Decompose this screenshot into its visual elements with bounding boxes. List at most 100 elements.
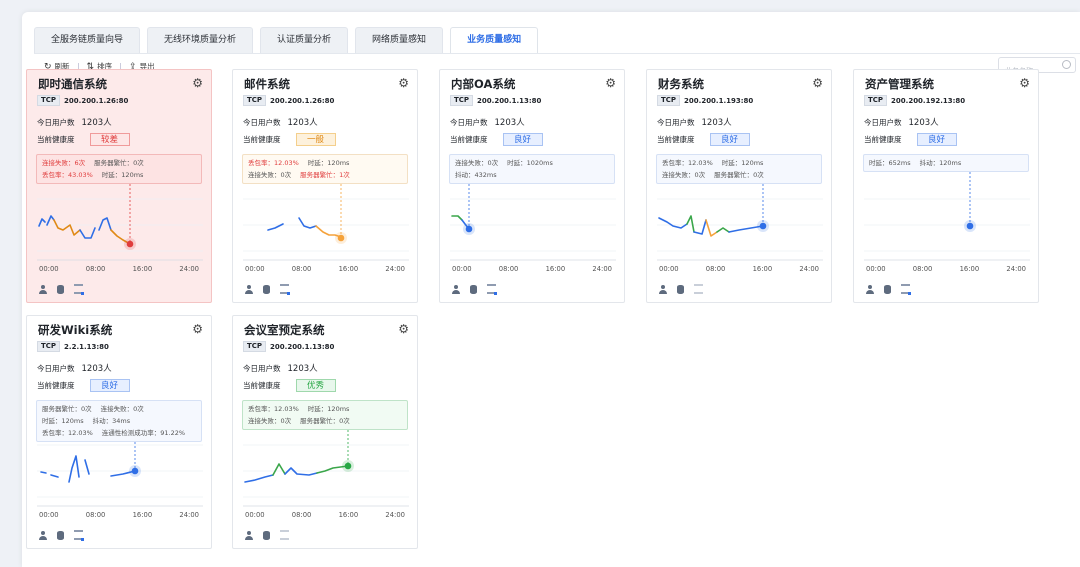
trend-chart [37, 184, 203, 261]
time-tick: 16:00 [545, 265, 566, 273]
user-icon[interactable] [452, 284, 460, 294]
time-tick: 16:00 [132, 265, 153, 273]
current-point[interactable] [465, 225, 473, 233]
time-tick: 24:00 [1006, 265, 1026, 273]
trend-line [716, 227, 730, 233]
time-tick: 16:00 [132, 511, 153, 519]
trend-line [79, 227, 96, 239]
service-card[interactable]: 研发Wiki系统 ⚙ TCP 2.2.1.13:80 今日用户数 1203人 当前健康度 良好… [26, 315, 212, 549]
network-icon[interactable] [280, 530, 289, 540]
time-tick: 24:00 [179, 511, 199, 519]
time-tick: 16:00 [338, 265, 359, 273]
time-axis: 00:00 08:00 16:00 24:00 [866, 265, 1026, 273]
trend-chart [243, 184, 409, 261]
service-card[interactable]: 资产管理系统 ⚙ TCP 200.200.192.13:80 今日用户数 1203人 当前健… [853, 69, 1039, 303]
trend-line [272, 463, 286, 476]
database-icon[interactable] [57, 284, 64, 294]
trend-line [50, 474, 59, 478]
card-actions [39, 530, 84, 541]
service-card[interactable]: 内部OA系统 ⚙ TCP 200.200.1.13:80 今日用户数 1203人 当前健康度… [439, 69, 625, 303]
time-axis: 00:00 08:00 16:00 24:00 [245, 511, 405, 519]
time-tick: 00:00 [39, 265, 59, 273]
time-axis: 00:00 08:00 16:00 24:00 [452, 265, 612, 273]
database-icon[interactable] [470, 284, 477, 294]
service-card[interactable]: 即时通信系统 ⚙ TCP 200.200.1.26:80 今日用户数 1203人 当前健康度… [26, 69, 212, 303]
trend-chart [450, 184, 616, 261]
time-tick: 08:00 [291, 511, 312, 519]
time-axis: 00:00 08:00 16:00 24:00 [39, 511, 199, 519]
time-tick: 00:00 [245, 265, 265, 273]
trend-line [686, 215, 695, 233]
current-point[interactable] [344, 462, 352, 470]
trend-line [298, 217, 317, 229]
card-actions [866, 284, 911, 295]
current-point[interactable] [126, 240, 134, 248]
user-icon[interactable] [39, 530, 47, 540]
service-card[interactable]: 邮件系统 ⚙ TCP 200.200.1.26:80 今日用户数 1203人 当前健康度 一般… [232, 69, 418, 303]
service-card[interactable]: 财务系统 ⚙ TCP 200.200.1.193:80 今日用户数 1203人 当前健康度良… [646, 69, 832, 303]
user-icon[interactable] [245, 284, 253, 294]
time-tick: 24:00 [179, 265, 199, 273]
tab-service-chain[interactable]: 全服务链质量向导 [34, 27, 141, 53]
search-icon[interactable] [1062, 60, 1071, 69]
database-icon[interactable] [263, 530, 270, 540]
time-tick: 16:00 [338, 511, 359, 519]
time-tick: 08:00 [498, 265, 519, 273]
time-tick: 24:00 [385, 511, 405, 519]
time-tick: 08:00 [85, 265, 106, 273]
service-card[interactable]: 会议室预定系统 ⚙ TCP 200.200.1.13:80 今日用户数 1203人 当前健康… [232, 315, 418, 549]
trend-line [451, 215, 463, 221]
network-icon[interactable] [74, 530, 84, 541]
card-actions [39, 284, 84, 295]
time-axis: 00:00 08:00 16:00 24:00 [245, 265, 405, 273]
trend-line [53, 219, 81, 236]
trend-line [68, 455, 80, 483]
time-tick: 08:00 [85, 511, 106, 519]
trend-line [40, 471, 47, 474]
network-icon[interactable] [487, 284, 497, 295]
user-icon[interactable] [39, 284, 47, 294]
time-tick: 00:00 [39, 511, 59, 519]
time-tick: 00:00 [452, 265, 472, 273]
tab-bar: 全服务链质量向导 无线环境质量分析 认证质量分析 网络质量感知 业务质量感知 [34, 27, 539, 53]
trend-line [693, 219, 707, 235]
time-tick: 24:00 [592, 265, 612, 273]
time-axis: 00:00 08:00 16:00 24:00 [659, 265, 819, 273]
trend-chart [243, 430, 409, 507]
tab-business[interactable]: 业务质量感知 [450, 27, 539, 53]
tab-network[interactable]: 网络质量感知 [355, 27, 444, 53]
time-tick: 16:00 [752, 265, 773, 273]
network-icon[interactable] [694, 284, 703, 294]
trend-line [658, 217, 688, 229]
tab-auth[interactable]: 认证质量分析 [260, 27, 349, 53]
time-tick: 00:00 [866, 265, 886, 273]
database-icon[interactable] [884, 284, 891, 294]
tab-divider [34, 53, 1080, 54]
database-icon[interactable] [57, 530, 64, 540]
trend-chart [864, 172, 1030, 261]
current-point[interactable] [966, 222, 974, 230]
current-point[interactable] [131, 467, 139, 475]
trend-chart [657, 184, 823, 261]
time-tick: 16:00 [959, 265, 980, 273]
network-icon[interactable] [74, 284, 84, 295]
database-icon[interactable] [263, 284, 270, 294]
trend-line [84, 459, 90, 475]
time-tick: 00:00 [659, 265, 679, 273]
network-icon[interactable] [901, 284, 911, 295]
app-window: 全服务链质量向导 无线环境质量分析 认证质量分析 网络质量感知 业务质量感知 ↻… [22, 12, 1080, 567]
user-icon[interactable] [659, 284, 667, 294]
trend-line [46, 215, 55, 226]
trend-line [284, 467, 318, 476]
trend-line [705, 219, 718, 237]
tab-wireless[interactable]: 无线环境质量分析 [147, 27, 254, 53]
network-icon[interactable] [280, 284, 290, 295]
trend-line [98, 217, 112, 231]
card-actions [659, 284, 703, 294]
user-icon[interactable] [866, 284, 874, 294]
database-icon[interactable] [677, 284, 684, 294]
current-point[interactable] [337, 234, 345, 242]
time-tick: 08:00 [912, 265, 933, 273]
user-icon[interactable] [245, 530, 253, 540]
current-point[interactable] [759, 222, 767, 230]
